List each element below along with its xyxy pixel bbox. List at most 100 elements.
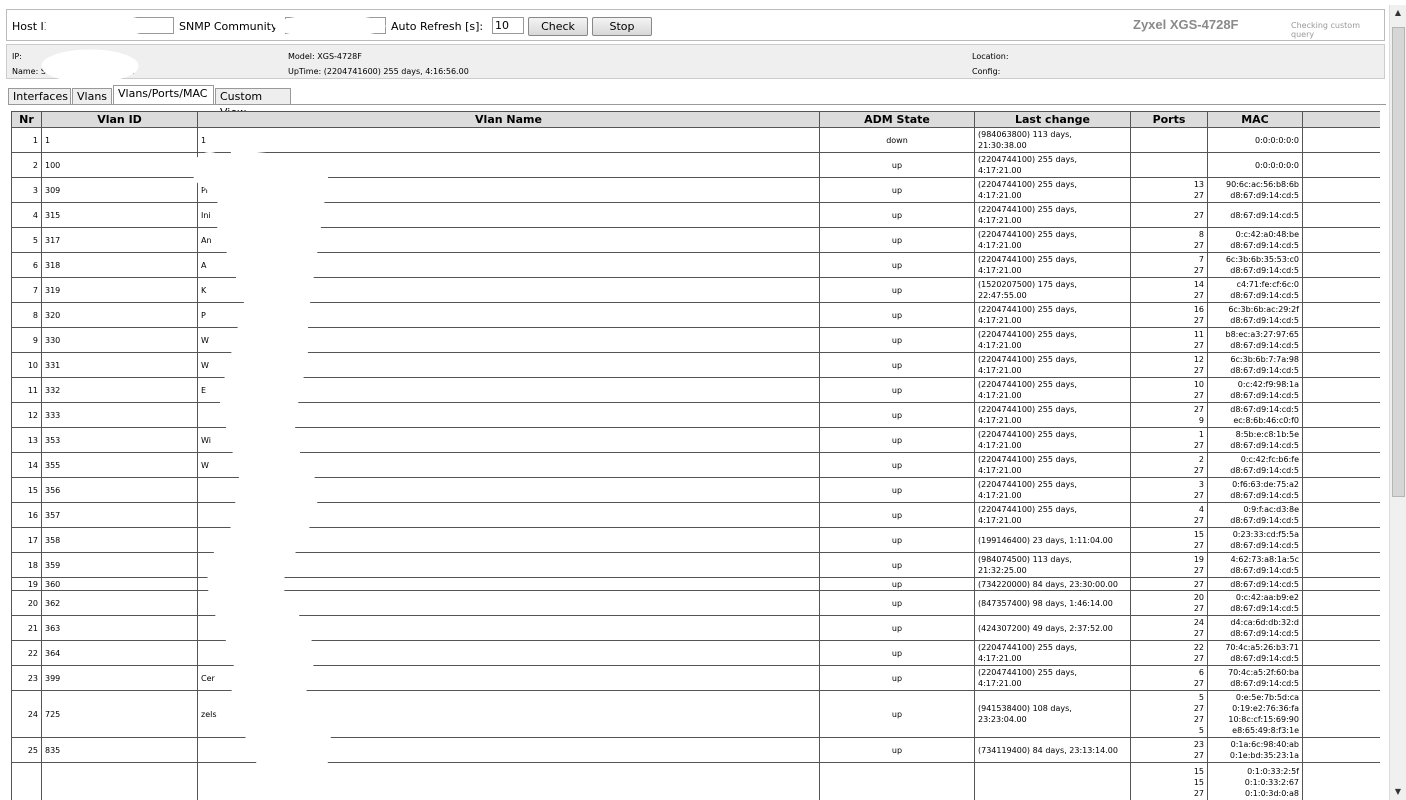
cell-ports-line: 27 [1193,541,1204,550]
cell-ports: 15 15 27 [1130,762,1208,800]
cell-nr: 8 [11,302,42,328]
cell-adm-state: up [819,402,975,428]
cell-vlan-id: 355 [41,452,198,478]
cell-ports-line: 24 [1193,618,1204,627]
cell-vlan-name: Ce [197,152,820,178]
cell-mac-line: d8:67:d9:14:cd:5 [1230,654,1299,663]
cell-vlan-id: 358 [41,527,198,553]
cell-mac: 6c:3b:6b:7:7a:98 d8:67:d9:14:cd:5 [1207,352,1303,378]
cell-empty [1302,590,1380,616]
cell-last-change: (734220000) 84 days, 23:30:00.00 [974,577,1131,591]
host-ip-input[interactable] [62,17,174,34]
header-vlan-id[interactable]: Vlan ID [41,111,198,128]
header-vlan-name[interactable]: Vlan Name [197,111,820,128]
cell-vlan-name [197,640,820,666]
cell-empty [1302,552,1380,578]
table-row: 13 353 Wi up (2204744100) 255 days, 4:17:21.0… [11,427,1380,453]
tab-vlans-ports-mac[interactable]: Vlans/Ports/MAC [113,85,214,105]
table-row: 4 315 Ini up (2204744100) 255 days, 4:17:21.0… [11,202,1380,228]
cell-ports [1130,152,1208,178]
cell-adm-state: up [819,502,975,528]
cell-ports-line: 15 [1193,530,1204,539]
cell-vlan-name [197,615,820,641]
cell-last-change: (2204744100) 255 days, 4:17:21.00 [974,227,1131,253]
vlan-table: Nr Vlan ID Vlan Name ADM State Last chan… [11,111,1380,800]
table-row: 14 355 Wup (2204744100) 255 days, 4:17:21.00… [11,452,1380,478]
cell-mac-line: 0:c:42:fc:b6:fe [1240,455,1299,464]
cell-mac: 0:f6:63:de:75:a2 d8:67:d9:14:cd:5 [1207,477,1303,503]
tab-interfaces[interactable]: Interfaces [8,88,71,104]
header-adm-state[interactable]: ADM State [819,111,975,128]
stop-button[interactable]: Stop [592,17,652,36]
cell-mac-line: d8:67:d9:14:cd:5 [1230,491,1299,500]
cell-ports-line: 27 [1193,751,1204,760]
cell-last-change: (2204744100) 255 days, 4:17:21.00 [974,327,1131,353]
cell-last-change-line: (984063800) 113 days, [978,130,1072,139]
table-row: 21 363 up (424307200) 49 days, 2:37:52.00 24… [11,615,1380,641]
cell-last-change-line: 22:47:55.00 [978,291,1027,300]
cell-mac-line: 6c:3b:6b:ac:29:2f [1228,305,1299,314]
cell-mac-line: 70:4c:a5:26:b3:71 [1225,643,1299,652]
cell-ports-line: 27 [1193,291,1204,300]
cell-ports-line: 3 [1198,480,1204,489]
scroll-down-icon[interactable]: ▼ [1392,786,1404,798]
cell-last-change: (941538400) 108 days, 23:23:04.00 [974,690,1131,738]
control-bar: Host IP: SNMP Community: Auto Refresh [s… [6,9,1385,41]
cell-ports: 11 27 [1130,327,1208,353]
cell-last-change: (984074500) 113 days, 21:32:25.00 [974,552,1131,578]
cell-ports: 14 27 [1130,277,1208,303]
cell-vlan-name [197,477,820,503]
cell-last-change: (2204744100) 255 days, 4:17:21.00 [974,640,1131,666]
tab-vlans[interactable]: Vlans [72,88,112,104]
cell-ports-line: 5 [1198,726,1204,735]
cell-ports: 15 27 [1130,527,1208,553]
cell-mac: 0:e:5e:7b:5d:ca 0:19:e2:76:36:fa 10:8c:cf:… [1207,690,1303,738]
cell-mac-line: 6c:3b:6b:35:53:c0 [1225,255,1299,264]
table-row: 15 356 up (2204744100) 255 days, 4:17:21.00 3… [11,477,1380,503]
cell-last-change-line: (2204744100) 255 days, [978,405,1077,414]
scrollbar-thumb[interactable] [1392,27,1405,497]
cell-empty [1302,202,1380,228]
cell-nr: 12 [11,402,42,428]
cell-ports-line: 11 [1193,330,1204,339]
cell-ports-line: 4 [1198,505,1204,514]
header-mac[interactable]: MAC [1207,111,1303,128]
cell-ports-line: 10 [1193,380,1204,389]
header-ports[interactable]: Ports [1130,111,1208,128]
cell-vlan-name [197,737,820,763]
cell-adm-state: up [819,527,975,553]
header-nr[interactable]: Nr [11,111,42,128]
check-button[interactable]: Check [528,17,588,36]
cell-mac: 0:1a:6c:98:40:ab 0:1e:bd:35:23:1a [1207,737,1303,763]
header-last-change[interactable]: Last change [974,111,1131,128]
cell-last-change: (2204744100) 255 days, 4:17:21.00 [974,427,1131,453]
cell-last-change [974,762,1131,800]
snmp-community-input[interactable] [285,17,386,34]
cell-vlan-name [197,527,820,553]
cell-mac: 0:9:f:ac:d3:8e d8:67:d9:14:cd:5 [1207,502,1303,528]
cell-vlan-name [197,577,820,591]
cell-ports-line: 9 [1198,416,1204,425]
cell-mac-line: 0:c:42:f9:98:1a [1237,380,1299,389]
snmp-community-label: SNMP Community: [179,20,281,33]
cell-mac-line: d8:67:d9:14:cd:5 [1230,441,1299,450]
cell-nr: 1 [11,127,42,153]
cell-last-change-line: 4:17:21.00 [978,491,1022,500]
cell-mac-line: 0:e:5e:7b:5d:ca [1235,693,1299,702]
vertical-scrollbar[interactable]: ▲ ▼ [1389,5,1406,800]
auto-refresh-input[interactable] [492,17,524,34]
cell-adm-state: up [819,352,975,378]
cell-adm-state: up [819,737,975,763]
table-row: 24 725 zels up (941538400) 108 days, 23:23:04… [11,690,1380,738]
cell-empty [1302,402,1380,428]
cell-vlan-id [41,762,198,800]
cell-last-change-line: (2204744100) 255 days, [978,480,1077,489]
cell-nr: 10 [11,352,42,378]
tab-custom-view[interactable]: Custom View [215,88,291,119]
cell-last-change-line: 21:32:25.00 [978,566,1027,575]
cell-mac-line: d8:67:d9:14:cd:5 [1230,466,1299,475]
cell-adm-state: up [819,277,975,303]
cell-vlan-name: E [197,377,820,403]
cell-adm-state: down [819,127,975,153]
scroll-up-icon[interactable]: ▲ [1392,7,1404,19]
